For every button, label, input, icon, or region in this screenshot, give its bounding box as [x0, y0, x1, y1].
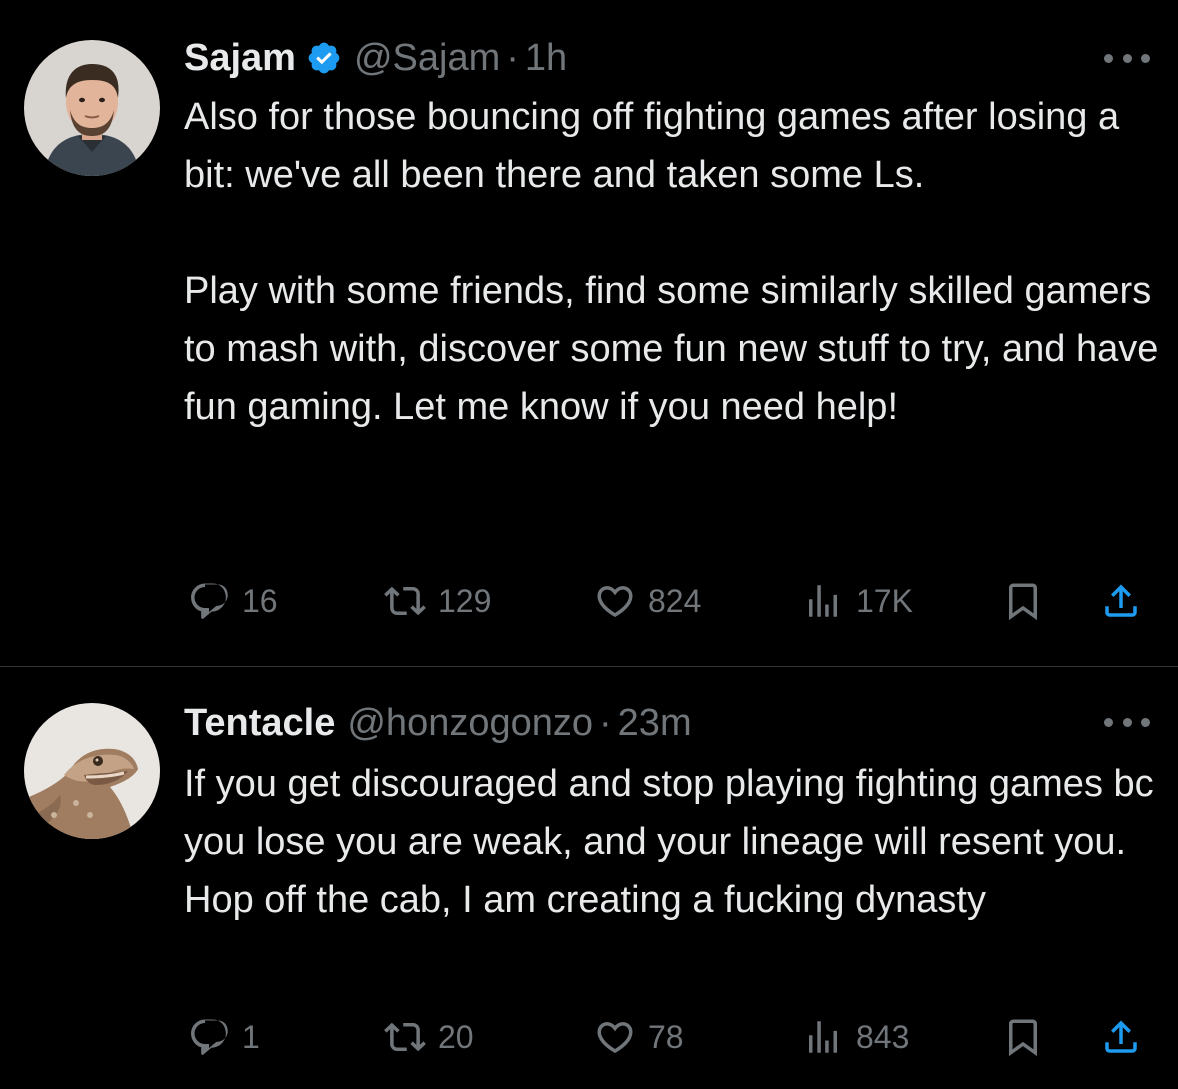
- handle[interactable]: @Sajam: [354, 37, 500, 80]
- views-chart-icon: [809, 585, 837, 617]
- more-options-icon[interactable]: [1104, 48, 1150, 68]
- views-button[interactable]: 17K: [802, 576, 913, 626]
- tweet[interactable]: Tentacle @honzogonzo · 23m If you get di…: [0, 667, 1178, 1089]
- tweet-header: Tentacle @honzogonzo · 23m: [184, 699, 1088, 747]
- tweet-text: Also for those bouncing off fighting gam…: [184, 88, 1164, 436]
- share-button[interactable]: [1100, 1012, 1142, 1062]
- retweet-button[interactable]: 129: [384, 576, 491, 626]
- like-button[interactable]: 78: [594, 1012, 684, 1062]
- bookmark-icon: [1009, 1019, 1037, 1057]
- share-icon: [1105, 1020, 1137, 1053]
- tweet-paragraph: Also for those bouncing off fighting gam…: [184, 96, 1120, 196]
- views-button[interactable]: 843: [802, 1012, 909, 1062]
- retweet-button[interactable]: 20: [384, 1012, 474, 1062]
- action-bar: 1 20 78 843: [184, 1012, 1148, 1062]
- avatar-lizard-photo: [24, 703, 160, 839]
- tweet-text: If you get discouraged and stop playing …: [184, 755, 1164, 929]
- retweet-count: 129: [438, 582, 492, 619]
- display-name[interactable]: Sajam: [184, 37, 296, 80]
- views-chart-icon: [809, 1021, 837, 1053]
- verified-badge-icon: [306, 40, 342, 76]
- bookmark-icon: [1009, 583, 1037, 621]
- reply-button[interactable]: 16: [188, 576, 278, 626]
- reply-button[interactable]: 1: [188, 1012, 260, 1062]
- retweet-count: 20: [438, 1018, 474, 1055]
- separator-dot: ·: [599, 701, 612, 744]
- like-button[interactable]: 824: [594, 576, 701, 626]
- share-button[interactable]: [1100, 576, 1142, 626]
- reply-icon: [191, 1019, 228, 1055]
- views-count: 17K: [856, 582, 913, 619]
- bookmark-button[interactable]: [1002, 576, 1044, 626]
- timestamp[interactable]: 1h: [525, 37, 567, 80]
- views-count: 843: [856, 1018, 910, 1055]
- handle[interactable]: @honzogonzo: [347, 702, 593, 745]
- tweet-paragraph: Play with some friends, find some simila…: [184, 270, 1159, 428]
- action-bar: 16 129 824 17K: [184, 576, 1148, 626]
- avatar[interactable]: [24, 40, 160, 176]
- retweet-icon: [384, 1022, 426, 1052]
- avatar-man-photo: [24, 40, 160, 176]
- tweet[interactable]: Sajam @Sajam · 1h Also for those bouncin…: [0, 0, 1178, 666]
- avatar[interactable]: [24, 703, 160, 839]
- timestamp[interactable]: 23m: [618, 702, 692, 745]
- share-icon: [1105, 584, 1137, 617]
- like-count: 78: [648, 1018, 684, 1055]
- more-options-icon[interactable]: [1104, 712, 1150, 732]
- reply-icon: [191, 583, 228, 619]
- bookmark-button[interactable]: [1002, 1012, 1044, 1062]
- heart-icon: [597, 1022, 633, 1054]
- heart-icon: [597, 586, 633, 618]
- separator-dot: ·: [506, 36, 519, 79]
- tweet-paragraph: If you get discouraged and stop playing …: [184, 763, 1154, 921]
- display-name[interactable]: Tentacle: [184, 702, 335, 745]
- retweet-icon: [384, 586, 426, 616]
- like-count: 824: [648, 582, 702, 619]
- reply-count: 16: [242, 582, 278, 619]
- reply-count: 1: [242, 1018, 260, 1055]
- tweet-header: Sajam @Sajam · 1h: [184, 34, 1088, 82]
